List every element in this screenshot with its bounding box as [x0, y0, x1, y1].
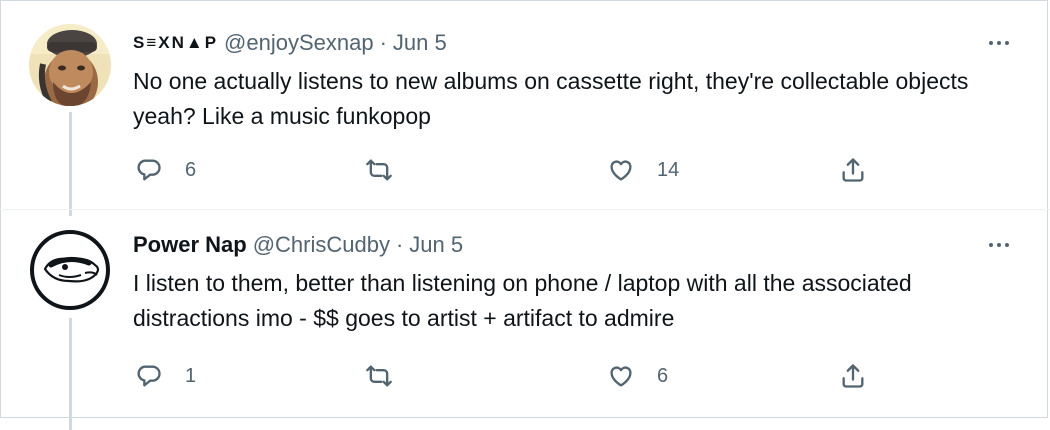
share-button[interactable] — [839, 356, 867, 396]
more-icon[interactable] — [982, 30, 1016, 56]
display-name[interactable]: S≡XN▲P — [133, 33, 218, 53]
tweet-date[interactable]: Jun 5 — [393, 30, 447, 56]
tweet-text: No one actually listens to new albums on… — [133, 68, 969, 129]
tweet-header: Power Nap @ChrisCudby · Jun 5 — [133, 230, 463, 260]
tweet-actions: 6 14 — [133, 150, 893, 190]
display-name[interactable]: Power Nap — [133, 232, 247, 258]
reply-count: 6 — [185, 158, 197, 181]
retweet-button[interactable] — [365, 150, 415, 190]
reply-button[interactable]: 1 — [135, 356, 196, 396]
separator-dot: · — [395, 232, 404, 257]
like-count: 6 — [657, 364, 669, 387]
reply-icon — [137, 159, 161, 181]
avatar[interactable] — [29, 229, 111, 311]
handle[interactable]: @enjoySexnap — [224, 30, 374, 56]
handle[interactable]: @ChrisCudby — [253, 232, 390, 258]
thread-line — [69, 112, 72, 216]
like-icon — [610, 366, 632, 387]
share-button[interactable] — [839, 150, 867, 190]
like-count: 14 — [657, 158, 680, 181]
thread-line — [69, 318, 72, 430]
tweet-actions: 1 6 — [133, 356, 893, 396]
avatar-logo — [30, 230, 110, 310]
tweet[interactable]: S≡XN▲P @enjoySexnap · Jun 5 No one actua… — [0, 0, 1050, 216]
reply-button[interactable]: 6 — [135, 150, 196, 190]
like-button[interactable]: 14 — [607, 150, 679, 190]
tweet-text: I listen to them, better than listening … — [133, 270, 912, 331]
retweet-icon — [366, 159, 392, 181]
share-icon — [842, 364, 864, 388]
retweet-button[interactable] — [365, 356, 415, 396]
avatar-photo — [29, 24, 111, 106]
share-icon — [842, 158, 864, 182]
retweet-icon — [366, 365, 392, 387]
avatar[interactable] — [29, 24, 111, 106]
reply-count: 1 — [185, 364, 197, 387]
tweet-date[interactable]: Jun 5 — [409, 232, 463, 258]
separator-dot: · — [379, 30, 387, 55]
like-icon — [610, 160, 632, 181]
like-button[interactable]: 6 — [607, 356, 668, 396]
tweet[interactable]: Power Nap @ChrisCudby · Jun 5 I listen t… — [0, 210, 1050, 430]
more-icon[interactable] — [982, 232, 1016, 258]
reply-icon — [137, 365, 161, 387]
tweet-header: S≡XN▲P @enjoySexnap · Jun 5 — [133, 28, 447, 58]
